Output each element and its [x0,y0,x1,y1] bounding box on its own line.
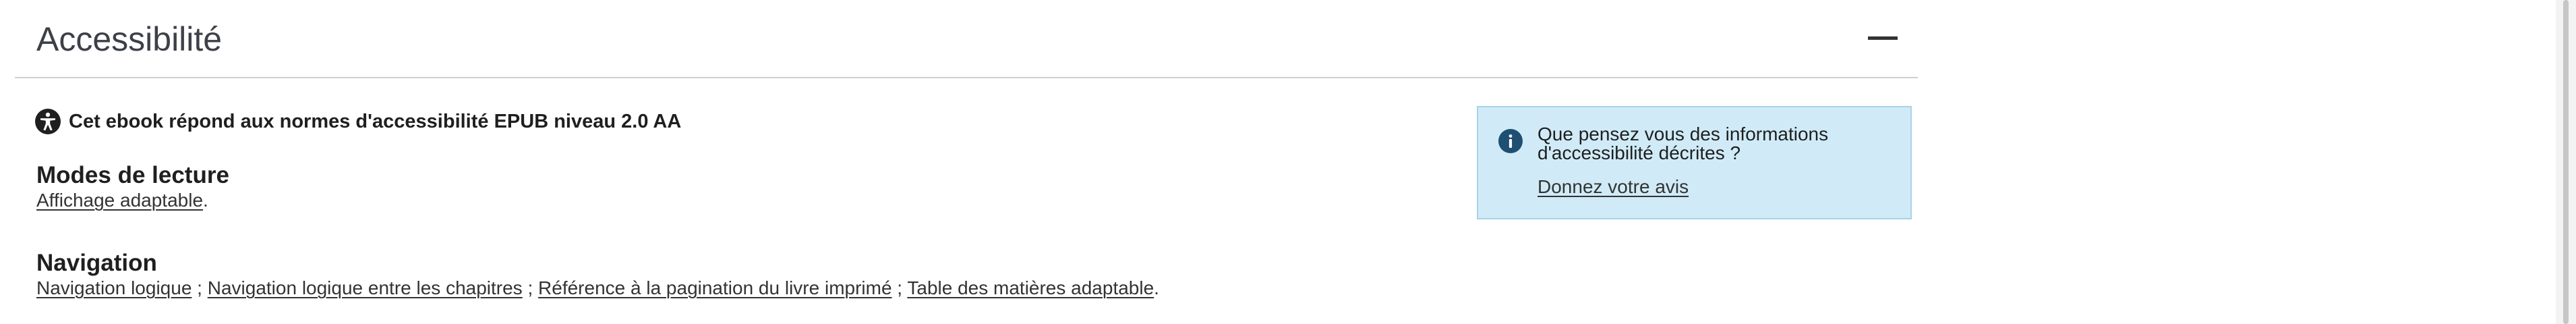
section-title: Accessibilité [36,20,223,58]
accessibility-panel: Accessibilité Cet ebook répond aux norme… [15,0,1918,324]
minus-icon [1868,36,1898,40]
accessibility-icon [35,109,61,134]
navigation-link[interactable]: Table des matières adaptable [907,277,1154,298]
list-separator: ; [522,277,539,298]
navigation-list: Navigation logique ; Navigation logique … [36,277,1159,300]
conformance-statement: Cet ebook répond aux normes d'accessibil… [35,108,681,135]
navigation-section: Navigation Navigation logique ; Navigati… [36,250,1159,300]
list-separator: ; [192,277,208,298]
list-end-punctuation: . [203,190,208,211]
scrollbar-thumb[interactable] [2563,0,2569,324]
navigation-link[interactable]: Référence à la pagination du livre impri… [538,277,892,298]
page-scrollbar[interactable] [2556,0,2576,324]
navigation-link[interactable]: Navigation logique entre les chapitres [208,277,523,298]
collapse-button[interactable] [1868,26,1898,50]
info-icon [1498,129,1523,153]
reading-mode-link[interactable]: Affichage adaptable [36,190,203,211]
feedback-box: Que pensez vous des informations d'acces… [1477,106,1912,219]
feedback-question: Que pensez vous des informations d'acces… [1538,124,1829,163]
list-separator: ; [891,277,908,298]
navigation-link[interactable]: Navigation logique [36,277,192,298]
reading-modes-list: Affichage adaptable. [36,189,229,212]
list-end-punctuation: . [1154,277,1159,298]
accordion-header[interactable]: Accessibilité [15,0,1918,78]
conformance-text: Cet ebook répond aux normes d'accessibil… [69,110,682,132]
navigation-title: Navigation [36,250,157,276]
give-feedback-link[interactable]: Donnez votre avis [1538,176,1689,198]
reading-modes-section: Modes de lecture Affichage adaptable. [36,162,229,212]
reading-modes-title: Modes de lecture [36,162,229,188]
